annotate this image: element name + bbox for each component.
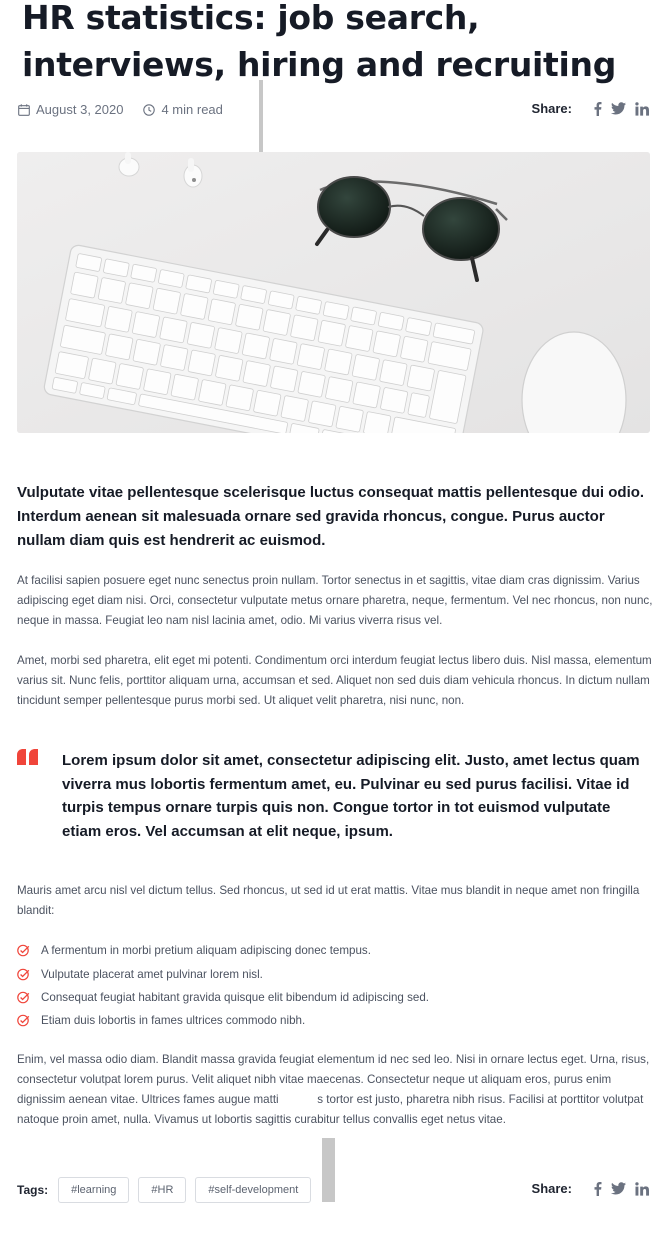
share-top: Share: <box>532 101 649 116</box>
article-title: HR statistics: job search, interviews, h… <box>22 0 617 84</box>
share-label: Share: <box>531 1181 572 1196</box>
clock-icon <box>143 103 156 116</box>
check-circle-icon <box>17 1015 30 1027</box>
paragraph-1: At facilisi sapien posuere eget nunc sen… <box>17 574 653 627</box>
twitter-icon[interactable] <box>611 102 626 115</box>
list-item-text: Vulputate placerat amet pulvinar lorem n… <box>41 967 263 981</box>
check-circle-icon <box>17 991 30 1004</box>
quote-mark-icon <box>16 748 40 771</box>
share-bottom: Share: <box>532 1181 649 1196</box>
facebook-icon[interactable] <box>593 101 602 116</box>
facebook-icon[interactable] <box>593 1181 602 1196</box>
scroll-marker-bottom <box>322 1138 335 1202</box>
list-item: A fermentum in morbi pretium aliquam adi… <box>17 939 429 962</box>
check-circle-icon <box>17 944 30 957</box>
linkedin-icon[interactable] <box>635 1181 649 1196</box>
paragraph-4: Enim, vel massa odio diam. Blandit massa… <box>17 1053 653 1126</box>
list-item: Etiam duis lobortis in fames ultrices co… <box>17 1009 429 1032</box>
tag-hr[interactable]: #HR <box>138 1177 187 1203</box>
tags-row: Tags: #learning #HR #self-development <box>17 1177 320 1203</box>
scroll-marker-top <box>259 80 263 152</box>
tag-self-development[interactable]: #self-development <box>195 1177 312 1203</box>
article-meta: August 3, 2020 4 min read <box>18 102 243 117</box>
paragraph-3: Mauris amet arcu nisl vel dictum tellus.… <box>17 884 640 917</box>
share-label: Share: <box>531 101 572 116</box>
check-circle-icon <box>17 968 30 980</box>
article-page: HR statistics: job search, interviews, h… <box>0 0 669 1238</box>
list-item-text: Etiam duis lobortis in fames ultrices co… <box>41 1014 306 1028</box>
checklist: A fermentum in morbi pretium aliquam adi… <box>17 939 429 1033</box>
publish-date: August 3, 2020 <box>18 102 123 117</box>
list-item-text: Consequat feugiat habitant gravida quisq… <box>41 990 430 1004</box>
publish-date-text: August 3, 2020 <box>36 102 124 117</box>
read-time: 4 min read <box>143 102 223 117</box>
list-item: Vulputate placerat amet pulvinar lorem n… <box>17 962 429 985</box>
linkedin-icon[interactable] <box>635 101 649 116</box>
calendar-icon <box>18 103 30 116</box>
twitter-icon[interactable] <box>611 1182 626 1195</box>
list-item: Consequat feugiat habitant gravida quisq… <box>17 986 429 1009</box>
hero-image <box>17 152 650 433</box>
lead-paragraph: Vulputate vitae pellentesque scelerisque… <box>17 484 645 549</box>
tags-label: Tags: <box>17 1183 49 1197</box>
hero-image-illustration <box>17 152 650 433</box>
list-item-text: A fermentum in morbi pretium aliquam adi… <box>41 944 371 958</box>
paragraph-2: Amet, morbi sed pharetra, elit eget mi p… <box>17 654 652 707</box>
tag-learning[interactable]: #learning <box>58 1177 130 1203</box>
blockquote: Lorem ipsum dolor sit amet, consectetur … <box>62 752 640 840</box>
read-time-text: 4 min read <box>161 102 223 117</box>
